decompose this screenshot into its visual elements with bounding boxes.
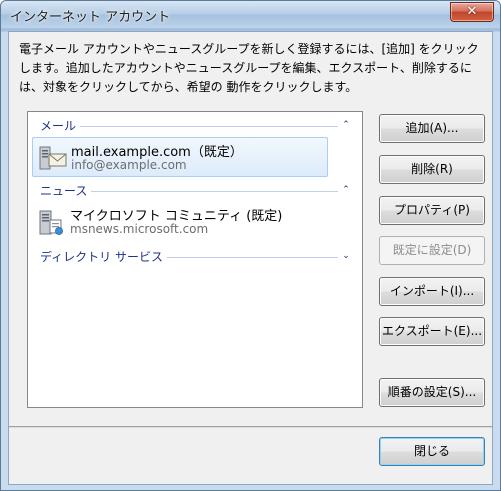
news-server-icon <box>39 210 63 235</box>
set-order-button[interactable]: 順番の設定(S)... <box>379 378 485 407</box>
add-button[interactable]: 追加(A)... <box>379 114 485 143</box>
footer-separator <box>9 426 492 428</box>
account-address: msnews.microsoft.com <box>70 222 209 236</box>
internet-accounts-window: インターネット アカウント ✕ 電子メール アカウントやニュースグループを新しく… <box>0 0 501 491</box>
dialog-client-area: 電子メール アカウントやニュースグループを新しく登録するには、[追加] をクリッ… <box>8 31 493 485</box>
mail-account-icon <box>39 146 67 170</box>
window-title: インターネット アカウント <box>10 10 171 25</box>
collapse-chevron-icon[interactable]: ⌃ <box>340 119 352 131</box>
group-header-directory[interactable]: ディレクトリ サービス ⌄ <box>40 249 356 265</box>
export-button[interactable]: エクスポート(E)... <box>379 317 485 346</box>
close-button[interactable]: 閉じる <box>379 437 485 466</box>
group-label-directory: ディレクトリ サービス <box>40 249 167 265</box>
account-address: info@example.com <box>71 158 187 172</box>
collapse-chevron-icon[interactable]: ⌃ <box>340 184 352 196</box>
import-button[interactable]: インポート(I)... <box>379 277 485 306</box>
account-item-news[interactable]: マイクロソフト コミュニティ (既定) msnews.microsoft.com <box>32 202 326 240</box>
account-item-mail[interactable]: mail.example.com（既定） info@example.com <box>32 137 328 177</box>
window-close-button[interactable]: ✕ <box>450 2 494 22</box>
instruction-text: 電子メール アカウントやニュースグループを新しく登録するには、[追加] をクリッ… <box>19 42 479 94</box>
close-icon: ✕ <box>466 4 478 19</box>
delete-button[interactable]: 削除(R) <box>379 155 485 184</box>
properties-button[interactable]: プロパティ(P) <box>379 196 485 225</box>
accounts-list[interactable]: メール ⌃ mail.example.com（既定） info@example.… <box>27 111 363 408</box>
expand-chevron-icon[interactable]: ⌄ <box>340 250 352 262</box>
set-default-button[interactable]: 既定に設定(D) <box>379 236 485 265</box>
group-label-mail: メール <box>40 118 81 134</box>
group-header-mail[interactable]: メール ⌃ <box>40 118 356 134</box>
title-bar[interactable]: インターネット アカウント ✕ <box>1 1 500 28</box>
group-divider <box>40 126 338 127</box>
group-label-news: ニュース <box>40 183 92 199</box>
group-header-news[interactable]: ニュース ⌃ <box>40 183 356 199</box>
